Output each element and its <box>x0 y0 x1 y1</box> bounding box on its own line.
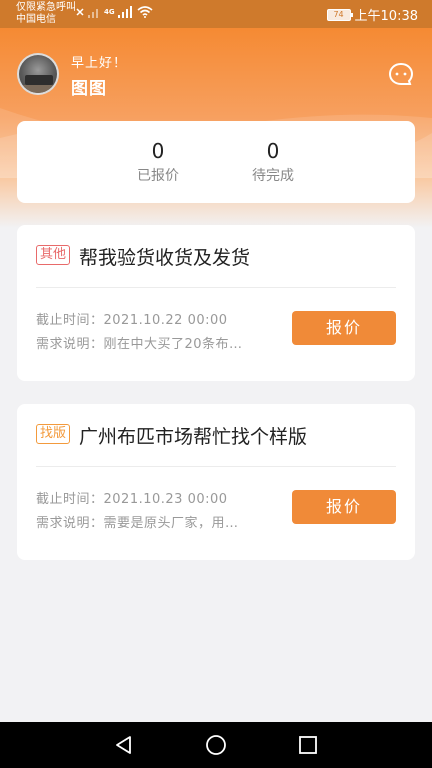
order-description: 需求说明：刚在中大买了20条布… <box>36 333 243 352</box>
description-label: 需求说明： <box>36 516 104 531</box>
username: 图图 <box>71 79 107 99</box>
greeting-text: 早上好！ <box>71 56 128 71</box>
stat-pending-value: 0 <box>266 139 280 163</box>
order-tag: 找版 <box>36 424 71 444</box>
app-screen: 仅限紧急呼叫 中国电信 4G 74 上午10:38 早上好！ 图图 0 已报价 … <box>0 0 432 768</box>
deadline-label: 截止时间： <box>36 313 104 328</box>
divider <box>36 287 396 288</box>
battery-icon: 74 <box>326 8 353 21</box>
chat-bubble-icon[interactable] <box>388 62 414 88</box>
signal-weak-icon <box>88 9 98 18</box>
avatar[interactable] <box>17 53 59 95</box>
carrier-emergency-text: 仅限紧急呼叫 <box>16 2 76 13</box>
order-card[interactable]: 其他 帮我验货收货及发货 截止时间：2021.10.22 00:00 需求说明：… <box>17 225 415 381</box>
clock: 上午10:38 <box>354 9 418 24</box>
divider <box>36 466 396 467</box>
no-sim-icon <box>76 8 84 16</box>
order-title: 广州布匹市场帮忙找个样版 <box>79 426 308 448</box>
order-deadline: 截止时间：2021.10.23 00:00 <box>36 488 228 507</box>
recents-square-icon[interactable] <box>296 733 320 757</box>
stat-pending[interactable]: 0 待完成 <box>233 139 313 185</box>
order-card[interactable]: 找版 广州布匹市场帮忙找个样版 截止时间：2021.10.23 00:00 需求… <box>17 404 415 560</box>
home-circle-icon[interactable] <box>204 733 228 757</box>
stat-quoted-label: 已报价 <box>137 168 179 184</box>
stat-quoted[interactable]: 0 已报价 <box>118 139 198 185</box>
signal-strength-icon <box>117 6 132 18</box>
order-description: 需求说明：需要是原头厂家，用… <box>36 512 239 531</box>
deadline-value: 2021.10.22 00:00 <box>103 313 228 328</box>
description-value: 刚在中大买了20条布… <box>103 337 243 352</box>
back-triangle-icon[interactable] <box>112 733 136 757</box>
order-tag: 其他 <box>36 245 71 265</box>
description-label: 需求说明： <box>36 337 104 352</box>
avatar-image-floor <box>19 85 57 93</box>
order-title: 帮我验货收货及发货 <box>79 247 251 269</box>
stat-pending-label: 待完成 <box>252 168 294 184</box>
wifi-icon <box>137 6 153 18</box>
network-type: 4G <box>104 8 115 16</box>
order-deadline: 截止时间：2021.10.22 00:00 <box>36 309 228 328</box>
stat-quoted-value: 0 <box>151 139 165 163</box>
deadline-value: 2021.10.23 00:00 <box>103 492 228 507</box>
carrier-name: 中国电信 <box>16 14 56 25</box>
avatar-image-detail <box>25 75 53 85</box>
quote-button[interactable]: 报价 <box>292 311 396 345</box>
deadline-label: 截止时间： <box>36 492 104 507</box>
status-bar: 仅限紧急呼叫 中国电信 4G 74 上午10:38 <box>0 0 432 28</box>
stats-card: 0 已报价 0 待完成 <box>17 121 415 203</box>
system-nav-bar <box>0 722 432 768</box>
description-value: 需要是原头厂家，用… <box>103 516 239 531</box>
quote-button[interactable]: 报价 <box>292 490 396 524</box>
signal-icons: 4G <box>76 6 153 18</box>
status-right: 74 上午10:38 <box>326 5 418 24</box>
carrier-info: 仅限紧急呼叫 中国电信 <box>16 2 76 26</box>
